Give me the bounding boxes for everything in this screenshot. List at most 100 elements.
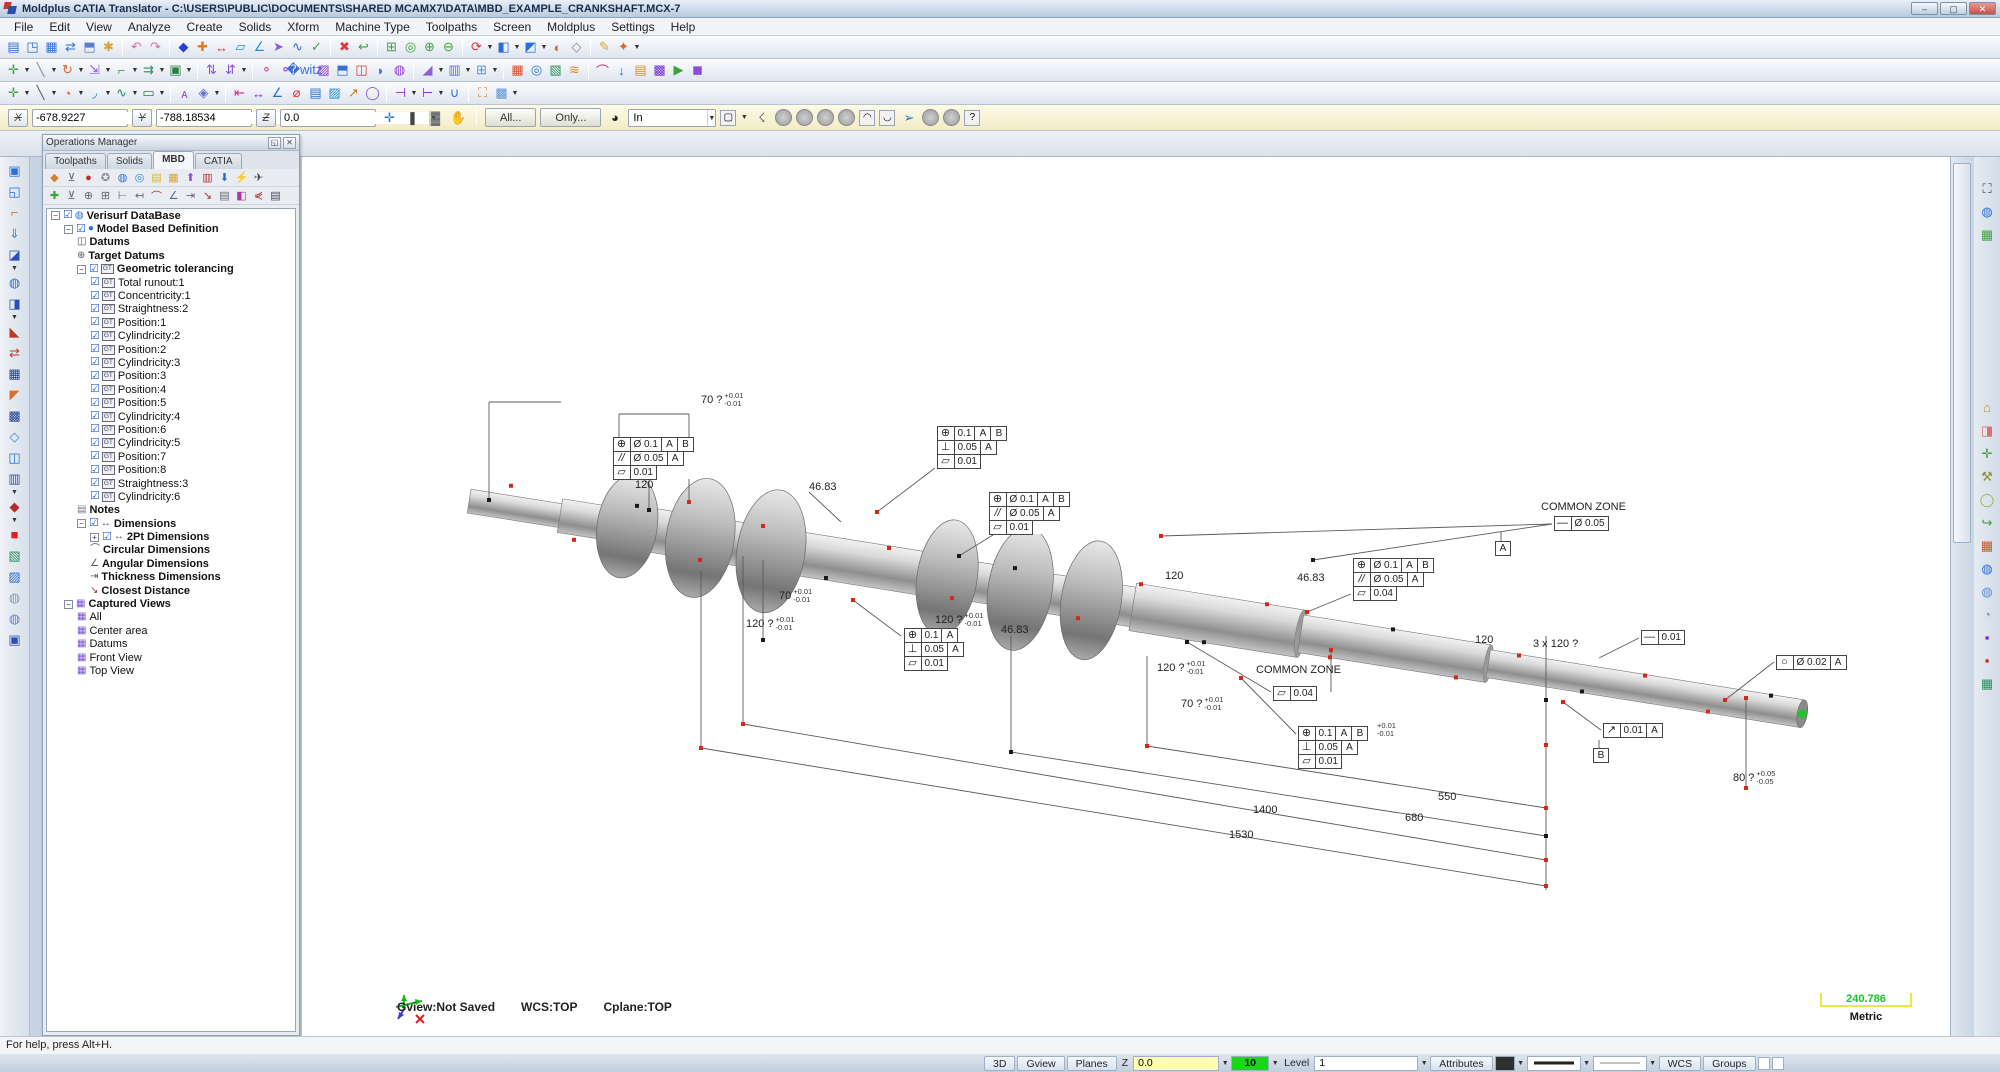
maximize-button[interactable]: ▢ — [1940, 2, 1967, 15]
checkbox-checked-icon[interactable]: ☑ — [89, 264, 99, 275]
collapse-icon[interactable]: − — [51, 211, 60, 220]
tree-item-top-view[interactable]: ▦Top View — [47, 664, 295, 677]
mbd-opts-icon[interactable]: ⋞ — [250, 188, 267, 204]
measurement-point[interactable] — [572, 538, 576, 542]
dim-angular-icon[interactable]: ∠ — [268, 84, 287, 103]
shading-icon[interactable]: ◐ — [548, 38, 567, 57]
trim-icon[interactable]: ⊣ — [391, 84, 410, 103]
analyze-distance-icon[interactable]: ↔ — [212, 38, 231, 57]
collapse-icon[interactable]: − — [64, 225, 73, 234]
collapse-icon[interactable]: − — [64, 600, 73, 609]
analyze-entity-icon[interactable]: ◆ — [174, 38, 193, 57]
menu-moldplus[interactable]: Moldplus — [539, 19, 603, 35]
status-attributes-button[interactable]: Attributes — [1430, 1056, 1492, 1071]
tree-item-position-2[interactable]: ☑GTPosition:2 — [47, 343, 295, 356]
mbd-export-icon[interactable]: ⬆ — [182, 170, 199, 186]
mbd-import-icon[interactable]: ◆ — [46, 170, 63, 186]
machine-wire-icon[interactable]: ≋ — [565, 61, 584, 80]
create-spline-icon-dropdown[interactable]: ▼ — [131, 90, 139, 97]
break-icon-dropdown[interactable]: ▼ — [437, 90, 445, 97]
open-file-icon[interactable]: ◳ — [23, 38, 42, 57]
mbd-views-icon[interactable]: ▥ — [199, 170, 216, 186]
status-extra-2[interactable] — [1772, 1057, 1784, 1070]
analyze-angle-icon[interactable]: ∠ — [250, 38, 269, 57]
menu-settings[interactable]: Settings — [603, 19, 662, 35]
attributes-set-icon[interactable]: ✦ — [614, 38, 633, 57]
checkbox-checked-icon[interactable]: ☑ — [90, 371, 100, 382]
mru-tools-icon[interactable]: ⚒ — [1978, 467, 1997, 486]
mask-button-6[interactable]: ◡ — [879, 110, 895, 126]
wcs-view-icon-dropdown[interactable]: ▼ — [11, 489, 19, 496]
mbd-dimcirc-icon[interactable]: ⌒ — [148, 188, 165, 204]
right-scrollbar[interactable] — [1950, 157, 1974, 1036]
fit-screen-icon[interactable]: ⛶ — [1978, 179, 1997, 198]
checkbox-checked-icon[interactable]: ☑ — [63, 210, 73, 221]
create-point-icon[interactable]: ✛ — [4, 84, 23, 103]
mbd-circle-icon[interactable]: ◎ — [131, 170, 148, 186]
mask-icon[interactable]: ▩ — [492, 84, 511, 103]
menu-machine-type[interactable]: Machine Type — [327, 19, 418, 35]
tree-item-all[interactable]: ▦All — [47, 611, 295, 624]
status-color-swatch[interactable]: 10 — [1231, 1056, 1269, 1071]
mbd-add-icon[interactable]: ✚ — [46, 188, 63, 204]
tree-item-position-4[interactable]: ☑GTPosition:4 — [47, 383, 295, 396]
mru-chain-icon[interactable]: ↪ — [1978, 513, 1997, 532]
tree-item-cylindricity-2[interactable]: ☑GTCylindricity:2 — [47, 330, 295, 343]
wcs-entity-icon[interactable]: ◆ — [5, 497, 24, 516]
fcf-position-1[interactable]: ⊕Ø 0.1AB//Ø 0.05A▱0.01 — [613, 437, 693, 479]
z-axis-button[interactable]: Z — [256, 109, 276, 127]
new-file-icon[interactable]: ▤ — [4, 38, 23, 57]
file-convert-icon[interactable]: ⇄ — [61, 38, 80, 57]
menu-edit[interactable]: Edit — [41, 19, 78, 35]
mru-grid-icon[interactable]: ▦ — [1978, 536, 1997, 555]
mask-icon-dropdown[interactable]: ▼ — [511, 90, 519, 97]
gview-front2-icon[interactable]: ◱ — [5, 182, 24, 201]
measurement-point[interactable] — [824, 576, 828, 580]
mask-button-5[interactable]: ◠ — [859, 110, 875, 126]
mbd-target-icon[interactable]: ● — [80, 170, 97, 186]
mask-button-1[interactable] — [775, 109, 792, 126]
mru-block2-icon[interactable]: ▪ — [1978, 651, 1997, 670]
create-arc-icon[interactable]: ◔ — [58, 84, 77, 103]
measurement-point[interactable] — [875, 510, 879, 514]
status-groups-button[interactable]: Groups — [1703, 1056, 1755, 1071]
help-tools-icon[interactable]: ▣ — [5, 630, 24, 649]
measurement-point[interactable] — [698, 558, 702, 562]
measurement-point[interactable] — [761, 638, 765, 642]
redo-icon[interactable]: ↷ — [146, 38, 165, 57]
level-dialog-icon[interactable]: ▧ — [5, 546, 24, 565]
status-z-dropdown-icon[interactable]: ▼ — [1221, 1060, 1229, 1067]
level-move-icon[interactable]: ⇅ — [202, 61, 221, 80]
wcs-view-icon[interactable]: ▥ — [5, 469, 24, 488]
measurement-point[interactable] — [1454, 675, 1458, 679]
update-icon[interactable]: ▦ — [1978, 225, 1997, 244]
xform-mirror-icon-dropdown[interactable]: ▼ — [50, 67, 58, 74]
checkbox-checked-icon[interactable]: ☑ — [90, 451, 100, 462]
measurement-point[interactable] — [1723, 698, 1727, 702]
create-line-icon[interactable]: ╲ — [31, 84, 50, 103]
status-level-label[interactable]: Level — [1281, 1057, 1312, 1069]
xform-translate-icon-dropdown[interactable]: ▼ — [23, 67, 31, 74]
tree-item-thickness-dimensions[interactable]: ⇥Thickness Dimensions — [47, 571, 295, 584]
measurement-point[interactable] — [1145, 744, 1149, 748]
tree-item-concentricity-1[interactable]: ☑GTConcentricity:1 — [47, 289, 295, 302]
wireframe-icon[interactable]: ◇ — [567, 38, 586, 57]
gview-back-icon[interactable]: ⌐ — [5, 203, 24, 222]
gview-iso-icon[interactable]: ◩ — [521, 38, 540, 57]
xform-offset-icon-dropdown[interactable]: ▼ — [131, 67, 139, 74]
fcf-flatness-common[interactable]: ▱0.04 — [1273, 686, 1316, 700]
tree-item-straightness-2[interactable]: ☑GTStraightness:2 — [47, 303, 295, 316]
tree-item-front-view[interactable]: ▦Front View — [47, 651, 295, 664]
gview-iso2-icon[interactable]: ◍ — [5, 273, 24, 292]
tree-item-center-area[interactable]: ▦Center area — [47, 624, 295, 637]
measurement-point[interactable] — [1009, 750, 1013, 754]
measurement-point[interactable] — [1329, 648, 1333, 652]
wcs-entity-icon-dropdown[interactable]: ▼ — [11, 517, 19, 524]
toolpath-contour-icon[interactable]: ⌒ — [593, 61, 612, 80]
break-icon[interactable]: ⊢ — [418, 84, 437, 103]
checkbox-checked-icon[interactable]: ☑ — [90, 384, 100, 395]
status-gview-button[interactable]: Gview — [1017, 1056, 1064, 1071]
attributes-pen-icon[interactable]: ✎ — [595, 38, 614, 57]
attributes-set-icon-dropdown[interactable]: ▼ — [633, 44, 641, 51]
checkbox-checked-icon[interactable]: ☑ — [90, 411, 100, 422]
